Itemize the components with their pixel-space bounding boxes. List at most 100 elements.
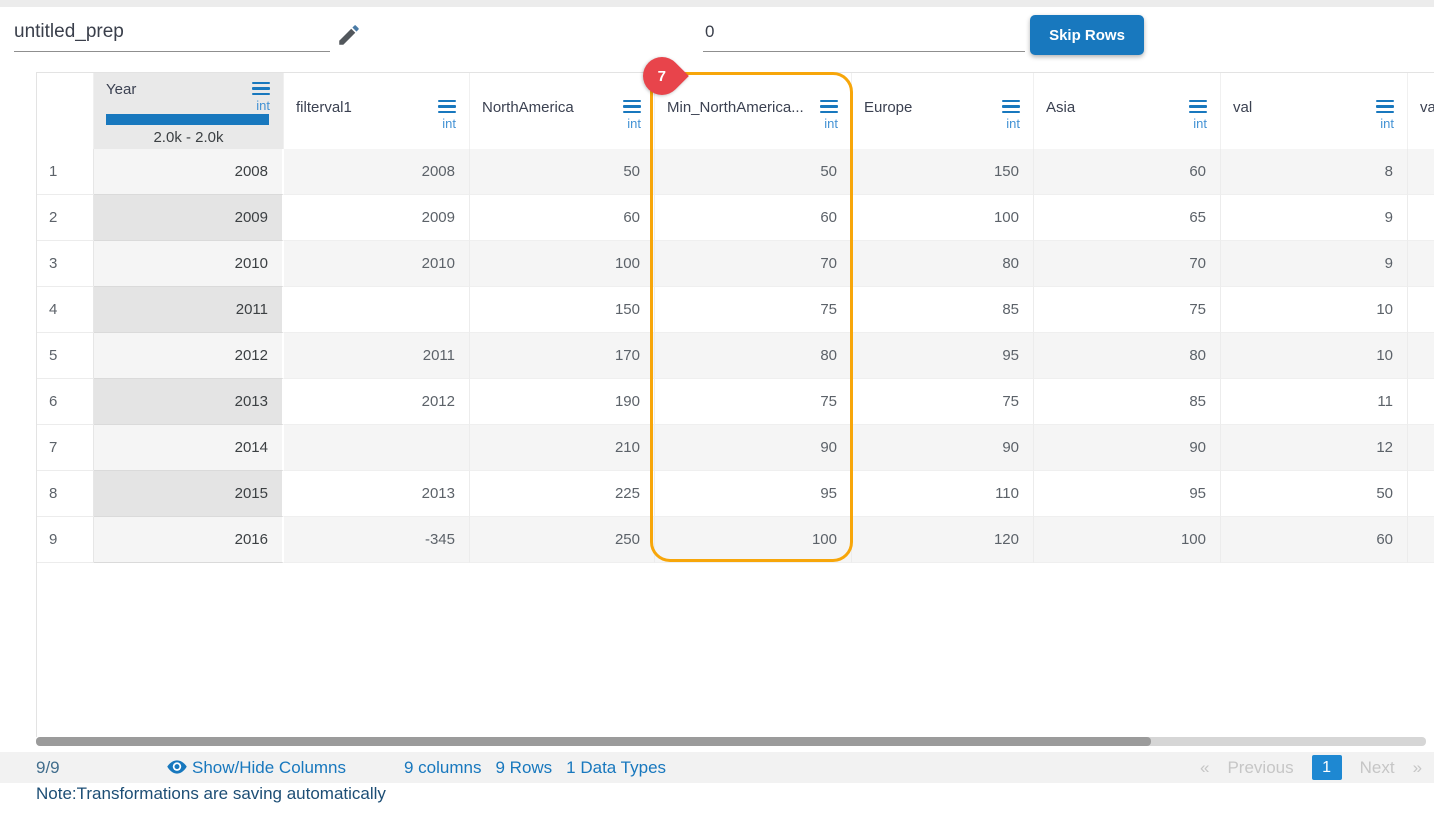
cell[interactable]: 2010 bbox=[94, 241, 284, 287]
skip-rows-input[interactable] bbox=[703, 18, 1025, 52]
cell[interactable] bbox=[1408, 471, 1434, 517]
cell[interactable] bbox=[1408, 425, 1434, 471]
cell[interactable]: 90 bbox=[1034, 425, 1221, 471]
cell[interactable]: 12 bbox=[1221, 425, 1408, 471]
pagination-last[interactable]: » bbox=[1413, 752, 1422, 783]
column-header-year[interactable]: Yearint2.0k - 2.0k bbox=[94, 73, 284, 149]
cell[interactable]: 60 bbox=[1221, 517, 1408, 563]
cell[interactable]: 2011 bbox=[284, 333, 470, 379]
column-header-northamerica[interactable]: NorthAmericaint bbox=[470, 73, 655, 149]
cell[interactable]: 2012 bbox=[284, 379, 470, 425]
eye-icon[interactable] bbox=[166, 756, 188, 778]
cell[interactable] bbox=[1408, 517, 1434, 563]
cell[interactable]: 50 bbox=[470, 149, 655, 195]
cell[interactable]: 75 bbox=[852, 379, 1034, 425]
cell[interactable]: 2015 bbox=[94, 471, 284, 517]
cell[interactable]: 80 bbox=[1034, 333, 1221, 379]
cell[interactable]: 120 bbox=[852, 517, 1034, 563]
cell[interactable]: 2010 bbox=[284, 241, 470, 287]
column-header-va[interactable]: va bbox=[1408, 73, 1434, 149]
cell[interactable]: 2008 bbox=[94, 149, 284, 195]
cell[interactable]: 2009 bbox=[284, 195, 470, 241]
cell[interactable]: 85 bbox=[852, 287, 1034, 333]
cell[interactable]: 100 bbox=[655, 517, 852, 563]
column-menu-icon[interactable] bbox=[1002, 100, 1020, 113]
cell[interactable]: 100 bbox=[852, 195, 1034, 241]
cell[interactable] bbox=[284, 425, 470, 471]
cell[interactable]: 250 bbox=[470, 517, 655, 563]
prep-title-input[interactable] bbox=[14, 18, 330, 52]
cell[interactable]: 2008 bbox=[284, 149, 470, 195]
cell[interactable]: 2016 bbox=[94, 517, 284, 563]
pagination-next[interactable]: Next bbox=[1360, 752, 1395, 783]
cell[interactable]: 2014 bbox=[94, 425, 284, 471]
cell[interactable]: 9 bbox=[1221, 241, 1408, 287]
cell[interactable]: 50 bbox=[655, 149, 852, 195]
cell[interactable]: 190 bbox=[470, 379, 655, 425]
cell[interactable]: 2013 bbox=[94, 379, 284, 425]
cell[interactable]: 2009 bbox=[94, 195, 284, 241]
cell[interactable]: 70 bbox=[1034, 241, 1221, 287]
edit-pencil-icon[interactable] bbox=[336, 22, 362, 48]
column-header-filterval1[interactable]: filterval1int bbox=[284, 73, 470, 149]
column-menu-icon[interactable] bbox=[820, 100, 838, 113]
column-menu-icon[interactable] bbox=[438, 100, 456, 113]
cell[interactable]: -345 bbox=[284, 517, 470, 563]
cell[interactable] bbox=[284, 287, 470, 333]
cell[interactable]: 65 bbox=[1034, 195, 1221, 241]
pagination-page-1[interactable]: 1 bbox=[1312, 755, 1342, 780]
column-menu-icon[interactable] bbox=[623, 100, 641, 113]
cell[interactable]: 60 bbox=[655, 195, 852, 241]
cell[interactable]: 70 bbox=[655, 241, 852, 287]
horizontal-scrollbar-thumb[interactable] bbox=[36, 737, 1151, 746]
skip-rows-button[interactable]: Skip Rows bbox=[1030, 15, 1144, 55]
cell[interactable] bbox=[1408, 149, 1434, 195]
cell[interactable]: 150 bbox=[852, 149, 1034, 195]
cell[interactable]: 60 bbox=[470, 195, 655, 241]
cell[interactable]: 100 bbox=[470, 241, 655, 287]
cell[interactable]: 75 bbox=[655, 287, 852, 333]
cell[interactable]: 9 bbox=[1221, 195, 1408, 241]
cell[interactable]: 60 bbox=[1034, 149, 1221, 195]
cell[interactable]: 50 bbox=[1221, 471, 1408, 517]
pagination-first[interactable]: « bbox=[1200, 752, 1209, 783]
cell[interactable]: 90 bbox=[852, 425, 1034, 471]
pagination-previous[interactable]: Previous bbox=[1227, 752, 1293, 783]
column-header-min-northamerica-[interactable]: Min_NorthAmerica...int bbox=[655, 73, 852, 149]
horizontal-scrollbar-track[interactable] bbox=[36, 737, 1426, 746]
column-menu-icon[interactable] bbox=[1376, 100, 1394, 113]
cell[interactable]: 150 bbox=[470, 287, 655, 333]
show-hide-columns-link[interactable]: Show/Hide Columns bbox=[192, 752, 346, 783]
cell[interactable]: 10 bbox=[1221, 287, 1408, 333]
cell[interactable]: 75 bbox=[655, 379, 852, 425]
cell[interactable]: 2013 bbox=[284, 471, 470, 517]
column-menu-icon[interactable] bbox=[252, 82, 270, 95]
cell[interactable] bbox=[1408, 287, 1434, 333]
column-header-val[interactable]: valint bbox=[1221, 73, 1408, 149]
column-header-europe[interactable]: Europeint bbox=[852, 73, 1034, 149]
cell[interactable]: 75 bbox=[1034, 287, 1221, 333]
cell[interactable]: 225 bbox=[470, 471, 655, 517]
cell[interactable]: 95 bbox=[852, 333, 1034, 379]
cell[interactable]: 8 bbox=[1221, 149, 1408, 195]
cell[interactable]: 100 bbox=[1034, 517, 1221, 563]
cell[interactable]: 210 bbox=[470, 425, 655, 471]
cell[interactable]: 80 bbox=[655, 333, 852, 379]
cell[interactable]: 95 bbox=[655, 471, 852, 517]
cell[interactable]: 11 bbox=[1221, 379, 1408, 425]
cell[interactable]: 85 bbox=[1034, 379, 1221, 425]
cell[interactable]: 10 bbox=[1221, 333, 1408, 379]
cell[interactable]: 95 bbox=[1034, 471, 1221, 517]
cell[interactable] bbox=[1408, 195, 1434, 241]
cell[interactable]: 2011 bbox=[94, 287, 284, 333]
cell[interactable] bbox=[1408, 333, 1434, 379]
column-header-asia[interactable]: Asiaint bbox=[1034, 73, 1221, 149]
stat-data-types[interactable]: 1 Data Types bbox=[566, 752, 666, 783]
cell[interactable] bbox=[1408, 379, 1434, 425]
cell[interactable]: 170 bbox=[470, 333, 655, 379]
cell[interactable]: 110 bbox=[852, 471, 1034, 517]
cell[interactable]: 80 bbox=[852, 241, 1034, 287]
stat-columns[interactable]: 9 columns bbox=[404, 752, 481, 783]
cell[interactable]: 2012 bbox=[94, 333, 284, 379]
cell[interactable] bbox=[1408, 241, 1434, 287]
